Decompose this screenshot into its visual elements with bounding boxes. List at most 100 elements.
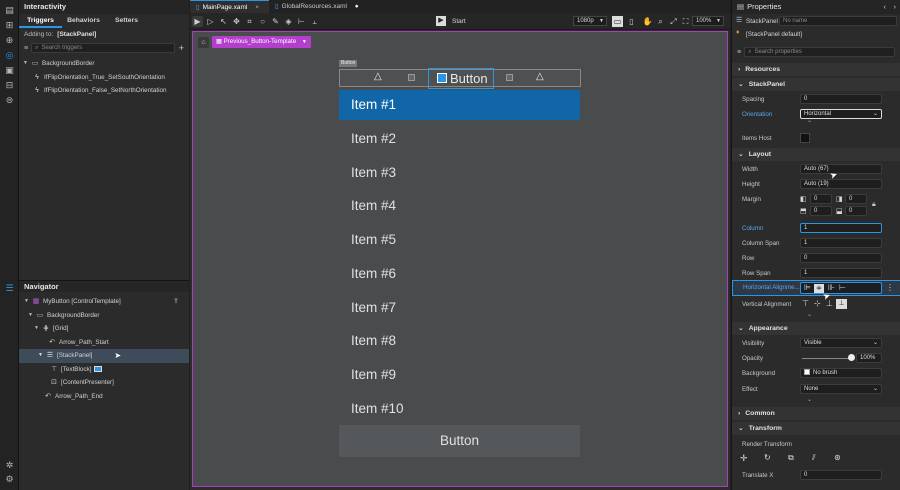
skew-icon[interactable]: ⫽ <box>812 453 816 463</box>
tree-node[interactable]: ⊡ [ContentPresenter] <box>19 376 189 390</box>
align-vstretch-icon[interactable]: ⊥ <box>836 299 847 309</box>
section-appearance[interactable]: ⌄ Appearance <box>732 322 900 335</box>
translate-icon[interactable]: ✛ <box>740 453 748 464</box>
collapse-chevron-icon[interactable]: ▼ <box>28 309 36 323</box>
list-item[interactable]: Item #7 <box>339 293 580 323</box>
database-icon[interactable]: ⊜ <box>4 95 15 106</box>
select-tool-icon[interactable]: ▶ <box>192 15 203 27</box>
align-bottom-icon[interactable]: ⊥ <box>826 299 833 308</box>
exit-template-icon[interactable]: ⇪ <box>173 295 179 309</box>
lock-icon[interactable]: 🔒︎ <box>872 201 876 209</box>
top-button[interactable]: △ Button △ <box>339 68 581 89</box>
more-options-icon[interactable]: ⋮ <box>886 283 894 292</box>
center-point-icon[interactable]: ⊛ <box>834 453 841 462</box>
effect-select[interactable]: None ⌄ <box>800 384 882 394</box>
list-item[interactable]: Item #5 <box>339 225 580 255</box>
tree-node[interactable]: ▼ ⋕ [Grid] <box>19 322 189 336</box>
filter-icon[interactable]: ≡ <box>24 45 28 52</box>
search-triggers-input[interactable]: ⌕ Search triggers <box>31 43 175 53</box>
visibility-select[interactable]: Visible ⌄ <box>800 338 882 348</box>
hand-icon[interactable]: ✋ <box>642 16 653 27</box>
tab-mainpage[interactable]: ▯ MainPage.xaml × <box>190 0 269 13</box>
add-icon[interactable]: ⊕ <box>4 35 15 46</box>
section-transform[interactable]: ⌄ Transform <box>732 422 900 435</box>
collapse-chevron-icon[interactable]: ▼ <box>34 322 42 336</box>
section-resources[interactable]: › Resources <box>732 63 900 76</box>
rotate-icon[interactable]: ↻ <box>764 453 771 462</box>
margin-left-input[interactable]: 0 <box>810 194 832 204</box>
chevron-down-icon[interactable]: ⌄ <box>807 311 812 318</box>
chevron-down-icon[interactable]: ⌄ <box>807 396 812 403</box>
width-input[interactable]: Auto (67) <box>800 164 882 174</box>
play-icon[interactable]: ▶ <box>436 16 446 26</box>
height-input[interactable]: Auto (19) <box>800 179 882 189</box>
template-breadcrumb[interactable]: ▦ Previous_Button-Template ▼ <box>212 36 311 48</box>
zoom-select[interactable]: 100% ▼ <box>692 16 724 26</box>
tree-node[interactable]: ⊤ [TextBlock] <box>19 363 189 377</box>
distribute-icon[interactable]: ⫠ <box>309 16 320 27</box>
fit-icon[interactable]: ⤢ <box>668 16 679 27</box>
back-icon[interactable]: ‹ <box>884 0 887 14</box>
chevron-up-icon[interactable]: ⌃ <box>807 120 812 127</box>
align-stretch-icon[interactable]: ⊢ <box>839 283 846 292</box>
align-icon[interactable]: ⊢ <box>296 16 307 27</box>
tree-node[interactable]: ▼ ▭ BackgroundBorder <box>19 309 189 323</box>
direct-select-icon[interactable]: ▷ <box>205 16 216 27</box>
collapse-chevron-icon[interactable]: ▼ <box>24 295 32 309</box>
home-icon[interactable]: ⌂ <box>198 36 209 48</box>
trigger-item[interactable]: ▼ ▭ BackgroundBorder <box>23 57 189 71</box>
section-stackpanel[interactable]: ⌄ StackPanel <box>732 78 900 91</box>
background-picker[interactable]: No brush <box>800 368 882 378</box>
column-span-input[interactable]: 1 <box>800 238 882 248</box>
list-item[interactable]: Item #4 <box>339 191 580 221</box>
settings-icon[interactable]: ⚙ <box>4 474 15 485</box>
row-span-input[interactable]: 1 <box>800 268 882 278</box>
trigger-item[interactable]: ϟ IfFlipOrientation_True_SetSouthOrienta… <box>23 71 189 85</box>
add-trigger-icon[interactable]: + <box>179 43 184 53</box>
translate-x-input[interactable]: 0 <box>800 470 882 480</box>
media-icon[interactable]: ▣ <box>4 65 15 76</box>
list-item[interactable]: Item #2 <box>339 124 580 154</box>
handle-icon[interactable] <box>408 74 415 81</box>
section-common[interactable]: › Common <box>732 407 900 420</box>
list-item[interactable]: Item #9 <box>339 360 580 390</box>
search-properties-input[interactable]: ⌕ Search properties <box>744 47 895 57</box>
margin-top-input[interactable]: 0 <box>810 206 832 216</box>
list-item[interactable]: Item #10 <box>339 394 580 424</box>
zoom-icon[interactable]: ⌕ <box>655 16 666 27</box>
portrait-icon[interactable]: ▯ <box>626 16 637 27</box>
tab-setters[interactable]: Setters <box>105 14 148 28</box>
toolbox-icon[interactable]: ▤ <box>4 5 15 16</box>
trigger-item[interactable]: ϟ IfFlipOrientation_False_SetNorthOrient… <box>23 84 189 98</box>
opacity-input[interactable]: 100% <box>856 353 882 363</box>
forward-icon[interactable]: › <box>894 0 897 14</box>
margin-bottom-input[interactable]: 0 <box>845 206 867 216</box>
items-host-checkbox[interactable] <box>800 133 810 143</box>
tab-triggers[interactable]: Triggers <box>19 14 62 28</box>
row-input[interactable]: 0 <box>800 253 882 263</box>
interactivity-icon[interactable]: ◎ <box>4 50 15 61</box>
spacing-input[interactable]: 0 <box>800 94 882 104</box>
list-item[interactable]: Item #6 <box>339 259 580 289</box>
debug-icon[interactable]: ✲ <box>4 460 15 471</box>
tree-node[interactable]: ↶ Arrow_Path_End <box>19 390 189 404</box>
opacity-slider-thumb[interactable] <box>848 354 855 361</box>
margin-right-input[interactable]: 0 <box>845 194 867 204</box>
navigator-icon[interactable]: ☰ <box>4 283 15 294</box>
list-item[interactable]: Item #8 <box>339 326 580 356</box>
pointer-icon[interactable]: ↖ <box>218 16 229 27</box>
filter-icon[interactable]: ≡ <box>737 49 741 56</box>
bottom-button[interactable]: Button <box>339 425 580 457</box>
landscape-icon[interactable]: ▭ <box>612 15 623 27</box>
align-left-icon[interactable]: ⊫ <box>804 283 811 292</box>
scale-icon[interactable]: ⧉ <box>788 453 794 463</box>
list-item[interactable]: Item #3 <box>339 158 580 188</box>
name-input[interactable]: No name <box>779 16 897 26</box>
handle-icon[interactable] <box>506 74 513 81</box>
list-item[interactable]: Item #1 <box>339 90 580 120</box>
data-icon[interactable]: ⊟ <box>4 80 15 91</box>
orientation-select[interactable]: Horizontal ⌄ <box>800 109 882 119</box>
collapse-chevron-icon[interactable]: ▼ <box>23 57 31 71</box>
pen-tool-icon[interactable]: ✎ <box>270 16 281 27</box>
crop-icon[interactable]: ⌗ <box>244 16 255 27</box>
